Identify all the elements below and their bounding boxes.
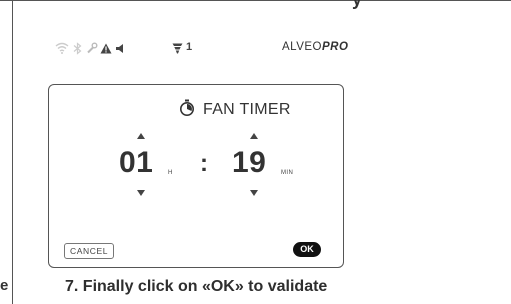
hours-down-arrow[interactable] — [137, 190, 145, 196]
brand-name: ALVEO — [282, 41, 322, 53]
speaker-icon — [115, 40, 126, 56]
warning-icon — [100, 40, 112, 56]
minutes-down-arrow[interactable] — [250, 190, 258, 196]
ok-button[interactable]: OK — [293, 242, 321, 257]
fan-timer-dialog: FAN TIMER 01 H : 19 MIN CANCEL OK — [48, 84, 344, 268]
minutes-value[interactable]: 19 — [232, 146, 266, 180]
hours-value[interactable]: 01 — [119, 146, 153, 180]
filter-icon — [172, 40, 183, 56]
page-top-rule — [0, 0, 511, 1]
page-left-rule — [12, 0, 13, 304]
wrench-icon — [86, 40, 98, 56]
minutes-up-arrow[interactable] — [250, 133, 258, 139]
wifi-icon — [55, 40, 69, 56]
brand-suffix: PRO — [322, 41, 349, 53]
minutes-unit: MIN — [281, 170, 294, 176]
hours-up-arrow[interactable] — [137, 133, 145, 139]
time-separator: : — [200, 150, 208, 177]
bluetooth-icon — [73, 40, 82, 56]
cancel-button[interactable]: CANCEL — [64, 243, 115, 259]
cut-off-heading: y — [352, 0, 362, 10]
dialog-title-row: FAN TIMER — [179, 99, 291, 121]
brand-logo: ALVEOPRO — [282, 41, 348, 53]
instruction-caption: 7. Finally click on «OK» to validate — [65, 278, 328, 295]
cut-off-left-text: e — [0, 277, 9, 294]
filter-count: 1 — [186, 41, 193, 53]
dialog-title: FAN TIMER — [203, 101, 291, 118]
hours-unit: H — [168, 170, 173, 176]
timer-icon — [179, 99, 195, 121]
